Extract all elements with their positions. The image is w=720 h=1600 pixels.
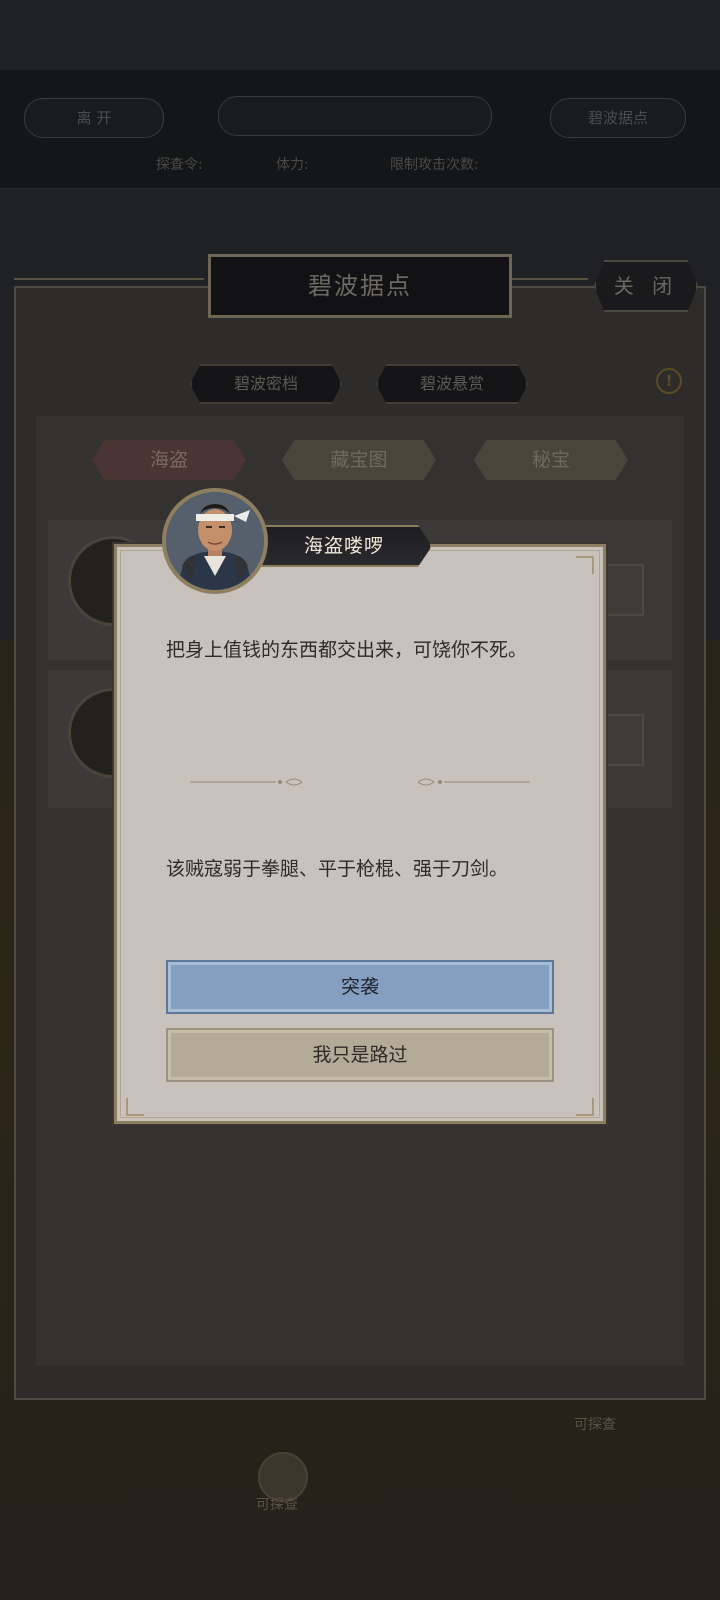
stat-attack-limit: 限制攻击次数: — [390, 157, 479, 173]
panel-title: 碧波据点 — [208, 254, 512, 318]
stat-stamina: 体力: — [276, 157, 309, 173]
scene-label: 可探查 — [256, 1497, 298, 1513]
tab-bounty[interactable]: 碧波悬赏 — [376, 364, 528, 404]
weakness-hint: 该贼寇弱于拳腿、平于枪棍、强于刀剑。 — [166, 858, 509, 880]
location-header — [218, 96, 492, 136]
corner-ornament — [576, 556, 594, 574]
corner-ornament — [126, 1098, 144, 1116]
pirate-portrait — [162, 488, 268, 594]
info-icon[interactable]: ! — [656, 368, 682, 394]
dialog-message: 把身上值钱的东西都交出来，可饶你不死。 — [166, 639, 528, 661]
pass-by-button[interactable]: 我只是路过 — [166, 1028, 554, 1082]
top-status-bar: 离 开 碧波据点 — [0, 70, 720, 189]
attack-button[interactable]: 突袭 — [166, 960, 554, 1014]
stat-scout-token: 探查令: — [156, 157, 203, 173]
subtab-pirate[interactable]: 海盗 — [92, 440, 246, 480]
leave-button[interactable]: 离 开 — [24, 98, 164, 138]
pirate-portrait-icon — [166, 492, 264, 590]
title-ornament-right — [512, 278, 588, 280]
tab-archive[interactable]: 碧波密档 — [190, 364, 342, 404]
speaker-name: 海盗喽啰 — [256, 525, 432, 567]
close-button[interactable]: 关 闭 — [594, 260, 698, 312]
location-button[interactable]: 碧波据点 — [550, 98, 686, 138]
dialog-divider — [190, 778, 530, 786]
corner-ornament — [576, 1098, 594, 1116]
subtab-treasure-map[interactable]: 藏宝图 — [282, 440, 436, 480]
title-ornament-left — [14, 278, 204, 280]
scene-label: 可探查 — [574, 1417, 616, 1433]
subtab-secret-treasure[interactable]: 秘宝 — [474, 440, 628, 480]
